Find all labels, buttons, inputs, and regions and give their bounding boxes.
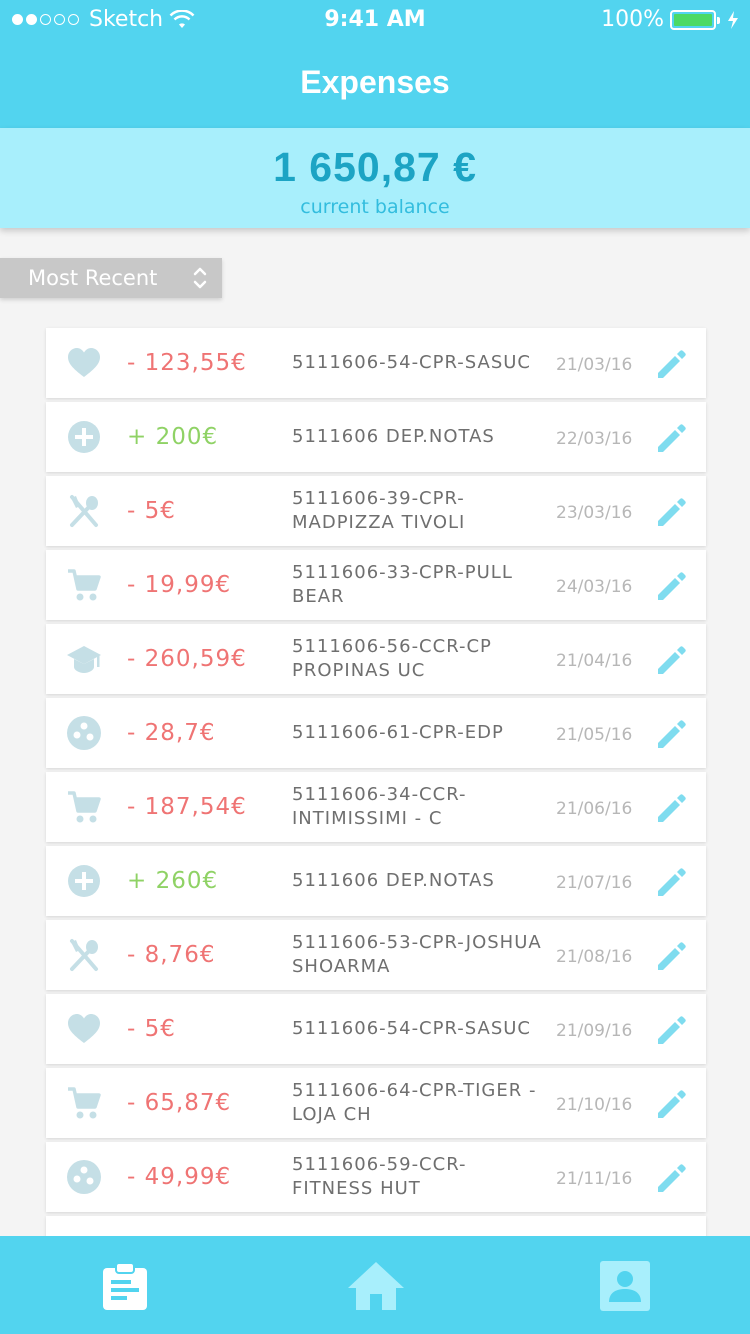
- transaction-amount: - 8,76€: [127, 942, 216, 968]
- transaction-description: 5111606-56-CCR-CP PROPINAS UC: [292, 636, 492, 681]
- tab-bar: [0, 1236, 750, 1334]
- transaction-description: 5111606-64-CPR-TIGER - LOJA CH: [292, 1080, 537, 1125]
- transaction-description: 5111606-39-CPR-MADPIZZA TIVOLI: [292, 488, 466, 533]
- transaction-date: 21/05/16: [556, 725, 633, 745]
- edit-pencil-icon[interactable]: [654, 347, 688, 381]
- transaction-description: 5111606-34-CCR-INTIMISSIMI - C: [292, 784, 467, 829]
- transaction-amount: + 260€: [127, 868, 219, 894]
- transaction-date: 21/08/16: [556, 947, 633, 967]
- transaction-amount: - 260,59€: [127, 646, 247, 672]
- edit-pencil-icon[interactable]: [654, 939, 688, 973]
- transaction-date: 21/11/16: [556, 1169, 633, 1189]
- transaction-row[interactable]: + 200€ 5111606 DEP.NOTAS 22/03/16: [46, 402, 706, 472]
- status-right: 100%: [601, 7, 740, 32]
- graduation-cap-icon: [67, 646, 101, 673]
- heart-icon: [68, 1014, 100, 1043]
- transaction-row[interactable]: - 5€ 5111606-39-CPR-MADPIZZA TIVOLI 23/03/…: [46, 476, 706, 546]
- bowling-ball-icon: [67, 1160, 101, 1194]
- edit-pencil-icon[interactable]: [654, 643, 688, 677]
- transaction-date: 21/07/16: [556, 873, 633, 893]
- clipboard-list-icon: [103, 1262, 147, 1310]
- edit-pencil-icon[interactable]: [654, 495, 688, 529]
- balance-panel: 1 650,87 € current balance: [0, 128, 750, 228]
- transaction-date: 21/09/16: [556, 1021, 633, 1041]
- transaction-description: 5111606 DEP.NOTAS: [292, 870, 495, 891]
- bowling-ball-icon: [67, 716, 101, 750]
- transaction-amount: - 5€: [127, 1016, 176, 1042]
- plus-circle-icon: [68, 865, 100, 897]
- transaction-date: 21/06/16: [556, 799, 633, 819]
- restaurant-icon: [70, 495, 98, 527]
- tab-expenses[interactable]: [99, 1260, 151, 1312]
- transaction-amount: - 123,55€: [127, 350, 247, 376]
- transaction-row[interactable]: - 123,55€ 5111606-54-CPR-SASUC 21/03/16: [46, 328, 706, 398]
- transaction-date: 21/03/16: [556, 355, 633, 375]
- sort-label: Most Recent: [28, 266, 158, 290]
- cart-icon: [68, 1087, 101, 1119]
- tab-profile[interactable]: [599, 1260, 651, 1312]
- battery-percent: 100%: [601, 7, 664, 32]
- edit-pencil-icon[interactable]: [654, 791, 688, 825]
- edit-pencil-icon[interactable]: [654, 1087, 688, 1121]
- transaction-description: 5111606-61-CPR-EDP: [292, 722, 504, 743]
- transaction-row[interactable]: - 187,54€ 5111606-34-CCR-INTIMISSIMI - C 2…: [46, 772, 706, 842]
- transaction-row[interactable]: - 65,87€ 5111606-64-CPR-TIGER - LOJA CH 21…: [46, 1068, 706, 1138]
- transaction-description: 5111606-54-CPR-SASUC: [292, 352, 531, 373]
- transaction-row[interactable]: + 260€ 5111606 DEP.NOTAS 21/07/16: [46, 846, 706, 916]
- transaction-row[interactable]: - 49,99€ 5111606-59-CCR-FITNESS HUT 21/11/…: [46, 1142, 706, 1212]
- transaction-description: 5111606-53-CPR-JOSHUA SHOARMA: [292, 932, 542, 977]
- balance-amount: 1 650,87 €: [273, 144, 477, 190]
- transaction-amount: - 49,99€: [127, 1164, 232, 1190]
- charging-bolt-icon: [728, 10, 738, 29]
- balance-label: current balance: [300, 196, 450, 218]
- transaction-description: 5111606-33-CPR-PULL BEAR: [292, 562, 513, 607]
- transaction-amount: - 65,87€: [127, 1090, 232, 1116]
- transaction-amount: - 187,54€: [127, 794, 247, 820]
- heart-icon: [68, 348, 100, 377]
- transaction-amount: - 28,7€: [127, 720, 216, 746]
- edit-pencil-icon[interactable]: [654, 717, 688, 751]
- transaction-date: 21/10/16: [556, 1095, 633, 1115]
- edit-pencil-icon[interactable]: [654, 1161, 688, 1195]
- transaction-row[interactable]: - 260,59€ 5111606-56-CCR-CP PROPINAS UC 21…: [46, 624, 706, 694]
- plus-circle-icon: [68, 421, 100, 453]
- transaction-row[interactable]: - 28,7€ 5111606-61-CPR-EDP 21/05/16: [46, 698, 706, 768]
- transaction-row[interactable]: - 19,99€ 5111606-33-CPR-PULL BEAR 24/03/16: [46, 550, 706, 620]
- edit-pencil-icon[interactable]: [654, 569, 688, 603]
- transaction-row[interactable]: - 5€ 5111606-54-CPR-SASUC 21/09/16: [46, 994, 706, 1064]
- transaction-amount: - 5€: [127, 498, 176, 524]
- cart-icon: [68, 791, 101, 823]
- tab-home[interactable]: [346, 1260, 406, 1312]
- cart-icon: [68, 569, 101, 601]
- transaction-date: 23/03/16: [556, 503, 633, 523]
- transaction-amount: + 200€: [127, 424, 219, 450]
- edit-pencil-icon[interactable]: [654, 865, 688, 899]
- edit-pencil-icon[interactable]: [654, 1013, 688, 1047]
- battery-icon: [670, 9, 720, 30]
- transaction-date: 21/04/16: [556, 651, 633, 671]
- transaction-description: 5111606-59-CCR-FITNESS HUT: [292, 1154, 467, 1199]
- status-bar: Sketch 9:41 AM 100%: [0, 0, 750, 40]
- contact-card-icon: [600, 1261, 650, 1311]
- page-title: Expenses: [300, 64, 450, 100]
- transaction-date: 24/03/16: [556, 577, 633, 597]
- home-icon: [348, 1262, 404, 1310]
- edit-pencil-icon[interactable]: [654, 421, 688, 455]
- transaction-amount: - 19,99€: [127, 572, 232, 598]
- transaction-description: 5111606-54-CPR-SASUC: [292, 1018, 531, 1039]
- restaurant-icon: [70, 939, 98, 971]
- transaction-date: 22/03/16: [556, 429, 633, 449]
- transaction-row[interactable]: - 8,76€ 5111606-53-CPR-JOSHUA SHOARMA 21/0…: [46, 920, 706, 990]
- up-down-chevron-icon: [193, 267, 207, 289]
- transaction-description: 5111606 DEP.NOTAS: [292, 426, 495, 447]
- header: Sketch 9:41 AM 100% Expenses: [0, 0, 750, 128]
- sort-dropdown[interactable]: Most Recent: [0, 258, 222, 298]
